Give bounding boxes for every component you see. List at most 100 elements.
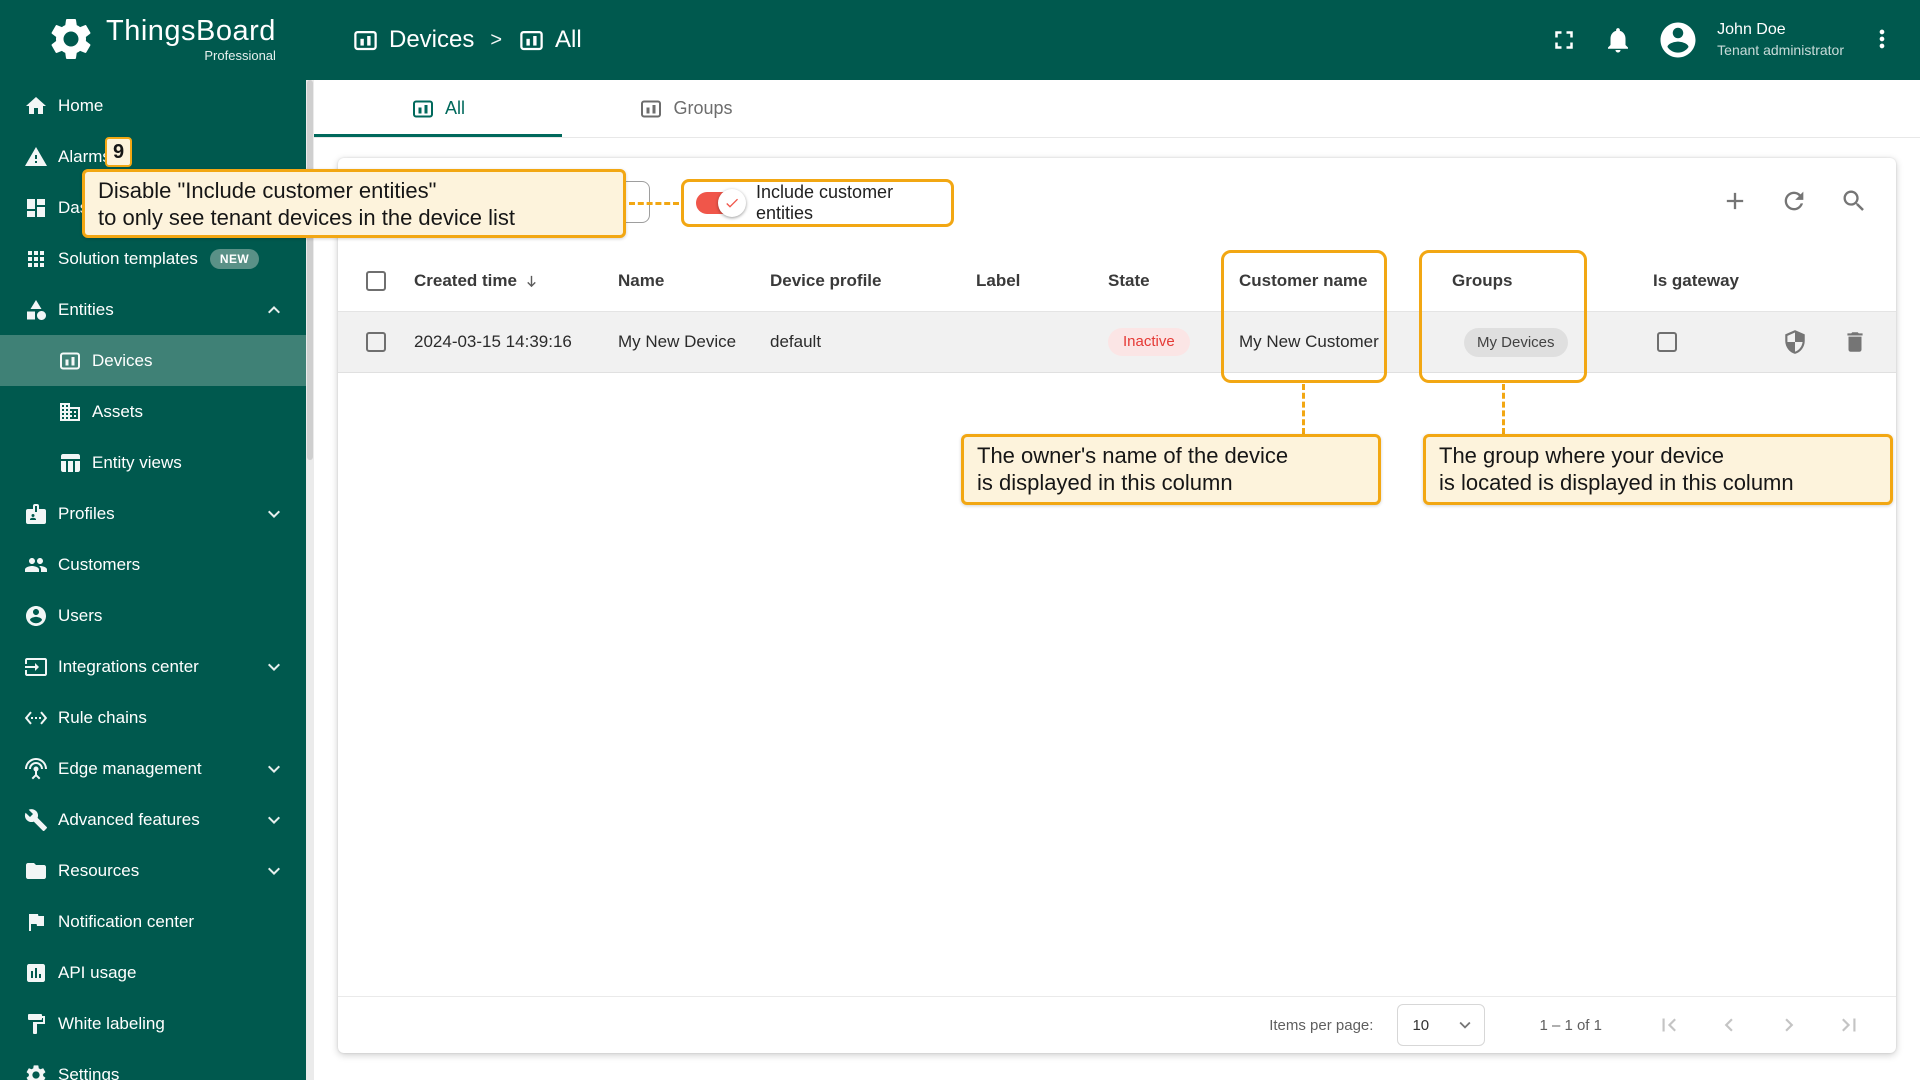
sidebar-item-label: Customers xyxy=(58,555,140,575)
toggle-callout-line1: Disable "Include customer entities" xyxy=(98,177,610,204)
tab-all-label: All xyxy=(445,98,465,119)
sidebar-item-entities[interactable]: Entities xyxy=(0,284,306,335)
first-page-button[interactable] xyxy=(1656,1012,1682,1038)
alarms-warning-icon xyxy=(24,145,48,169)
devices-icon xyxy=(411,97,435,121)
select-all-checkbox[interactable] xyxy=(366,271,386,291)
chevron-down-icon xyxy=(262,808,286,832)
add-entity-button[interactable] xyxy=(1721,187,1749,215)
entity-views-icon xyxy=(58,451,82,475)
sidebar-item-resources[interactable]: Resources xyxy=(0,845,306,896)
device-groups-icon xyxy=(639,97,663,121)
user-avatar[interactable] xyxy=(1657,19,1699,61)
notifications-bell-icon[interactable] xyxy=(1603,25,1633,55)
sidebar-item-customers[interactable]: Customers xyxy=(0,539,306,590)
rule-chains-icon xyxy=(24,706,48,730)
scrollbar-thumb[interactable] xyxy=(307,80,313,460)
dashboards-icon xyxy=(24,196,48,220)
sidebar-item-profiles[interactable]: Profiles xyxy=(0,488,306,539)
security-shield-icon[interactable] xyxy=(1782,329,1808,355)
sidebar-item-advanced-features[interactable]: Advanced features xyxy=(0,794,306,845)
sidebar-item-edge-management[interactable]: Edge management xyxy=(0,743,306,794)
sidebar-item-label: Solution templates xyxy=(58,249,198,269)
last-page-button[interactable] xyxy=(1836,1012,1862,1038)
sidebar-item-label: Assets xyxy=(92,402,143,422)
sidebar-item-integrations-center[interactable]: Integrations center xyxy=(0,641,306,692)
tab-all[interactable]: All xyxy=(314,80,562,137)
row-checkbox[interactable] xyxy=(366,332,386,352)
sidebar-item-notification-center[interactable]: Notification center xyxy=(0,896,306,947)
integrations-input-icon xyxy=(24,655,48,679)
column-header-groups[interactable]: Groups xyxy=(1452,251,1512,311)
column-header-customer-name[interactable]: Customer name xyxy=(1239,251,1367,311)
sidebar-item-api-usage[interactable]: API usage xyxy=(0,947,306,998)
previous-page-button[interactable] xyxy=(1716,1012,1742,1038)
sidebar-item-users[interactable]: Users xyxy=(0,590,306,641)
sidebar-item-label: Advanced features xyxy=(58,810,200,830)
breadcrumb-all[interactable]: All xyxy=(518,26,582,54)
users-person-icon xyxy=(24,604,48,628)
advanced-features-tools-icon xyxy=(24,808,48,832)
breadcrumb-devices-label: Devices xyxy=(389,26,474,54)
column-header-is-gateway[interactable]: Is gateway xyxy=(1653,251,1739,311)
fullscreen-icon[interactable] xyxy=(1549,25,1579,55)
cell-created-time: 2024-03-15 14:39:16 xyxy=(414,312,572,372)
items-per-page-select[interactable]: 10 xyxy=(1397,1004,1485,1046)
cell-name: My New Device xyxy=(618,312,736,372)
groups-callout-line1: The group where your device xyxy=(1439,442,1877,469)
app-logo: ThingsBoard Professional xyxy=(46,14,276,64)
sidebar-item-assets[interactable]: Assets xyxy=(0,386,306,437)
include-customer-entities-toggle[interactable] xyxy=(696,192,744,214)
column-header-state[interactable]: State xyxy=(1108,251,1150,311)
column-header-label[interactable]: Label xyxy=(976,251,1020,311)
breadcrumb-all-label: All xyxy=(555,26,582,54)
sidebar-item-label: White labeling xyxy=(58,1014,165,1034)
new-badge: NEW xyxy=(210,249,259,269)
sidebar-item-label: Notification center xyxy=(58,912,194,932)
settings-gear-icon xyxy=(24,1063,48,1080)
column-header-device-profile[interactable]: Device profile xyxy=(770,251,882,311)
chevron-down-icon xyxy=(262,757,286,781)
search-button[interactable] xyxy=(1840,187,1868,215)
breadcrumb-separator: > xyxy=(490,29,502,52)
sidebar-item-rule-chains[interactable]: Rule chains xyxy=(0,692,306,743)
sidebar-item-label: Profiles xyxy=(58,504,115,524)
entities-icon xyxy=(24,298,48,322)
sidebar-item-home[interactable]: Home xyxy=(0,80,306,131)
delete-trash-icon[interactable] xyxy=(1842,329,1868,355)
sidebar-item-label: Devices xyxy=(92,351,152,371)
sidebar-item-label: Alarms xyxy=(58,147,111,167)
is-gateway-checkbox[interactable] xyxy=(1657,332,1677,352)
sidebar-item-label: Home xyxy=(58,96,103,116)
groups-callout: The group where your device is located i… xyxy=(1423,434,1893,505)
refresh-button[interactable] xyxy=(1780,187,1808,215)
customer-name-callout: The owner's name of the device is displa… xyxy=(961,434,1381,505)
more-vert-icon[interactable] xyxy=(1868,25,1898,55)
include-customer-entities-highlight: Include customer entities xyxy=(681,179,954,227)
thingsboard-screen: ThingsBoard Professional Devices > All xyxy=(0,0,1920,1080)
tab-groups-label: Groups xyxy=(673,98,732,119)
breadcrumb-devices[interactable]: Devices xyxy=(352,26,474,54)
devices-table-card: Include customer entities Created time N… xyxy=(338,158,1896,1053)
sidebar-item-settings[interactable]: Settings xyxy=(0,1049,306,1080)
home-icon xyxy=(24,94,48,118)
sort-desc-icon[interactable] xyxy=(523,273,540,290)
column-header-created-time[interactable]: Created time xyxy=(414,251,540,311)
group-chip: My Devices xyxy=(1464,328,1568,357)
include-customer-entities-label: Include customer entities xyxy=(756,182,951,224)
tab-groups[interactable]: Groups xyxy=(562,80,810,137)
sidebar-item-entity-views[interactable]: Entity views xyxy=(0,437,306,488)
table-header-row: Created time Name Device profile Label S… xyxy=(338,251,1896,312)
sidebar-item-solution-templates[interactable]: Solution templates NEW xyxy=(0,233,306,284)
sidebar-item-white-labeling[interactable]: White labeling xyxy=(0,998,306,1049)
toggle-callout: Disable "Include customer entities" to o… xyxy=(82,169,626,238)
next-page-button[interactable] xyxy=(1776,1012,1802,1038)
customers-people-icon xyxy=(24,553,48,577)
profiles-badge-icon xyxy=(24,502,48,526)
column-header-name[interactable]: Name xyxy=(618,251,664,311)
table-row[interactable]: 2024-03-15 14:39:16 My New Device defaul… xyxy=(338,312,1896,373)
sidebar-item-label: Rule chains xyxy=(58,708,147,728)
paginator: Items per page: 10 1 – 1 of 1 xyxy=(338,996,1896,1053)
chevron-down-icon xyxy=(262,502,286,526)
sidebar-item-devices[interactable]: Devices xyxy=(0,335,306,386)
